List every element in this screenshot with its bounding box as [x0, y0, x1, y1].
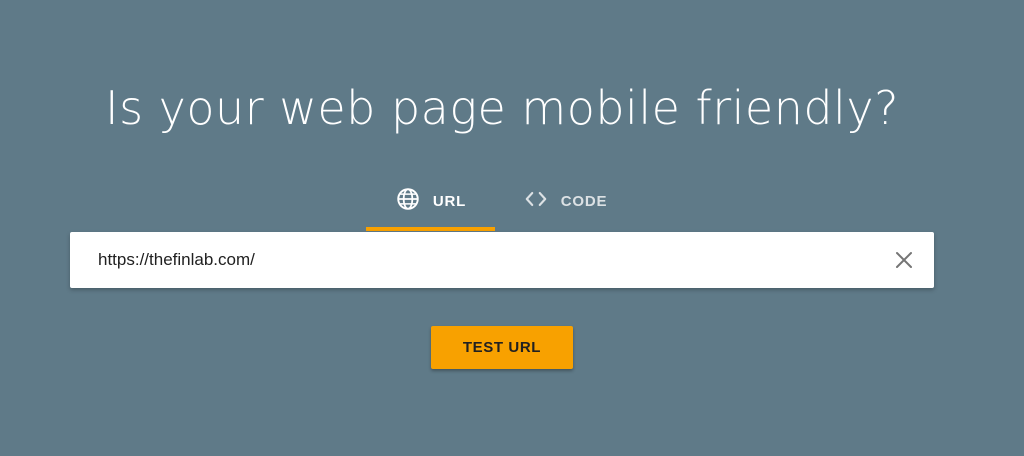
tab-code[interactable]: CODE [495, 183, 635, 231]
code-brackets-icon [525, 191, 547, 207]
tab-url-label: URL [432, 193, 467, 210]
page-headline: Is your web page mobile friendly? [105, 81, 899, 135]
globe-icon [397, 188, 419, 210]
tab-code-label: CODE [560, 193, 608, 210]
url-input-container [70, 232, 934, 288]
input-mode-tabs: URL CODE [366, 183, 635, 231]
test-url-button[interactable]: TEST URL [431, 326, 573, 369]
close-icon [896, 252, 912, 268]
tab-url[interactable]: URL [366, 183, 495, 231]
url-input[interactable] [98, 232, 878, 288]
clear-url-button[interactable] [890, 246, 918, 274]
